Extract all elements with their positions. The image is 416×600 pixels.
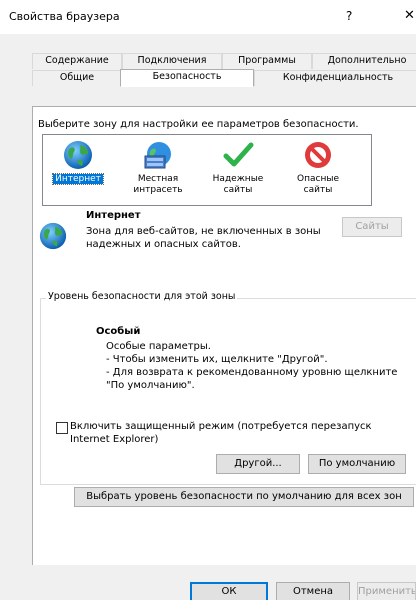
zone-trusted[interactable]: Надежные сайты <box>205 135 271 207</box>
tab-general[interactable]: Общие <box>32 70 122 86</box>
zone-intranet[interactable]: Местная интрасеть <box>125 135 191 207</box>
zone-description-line1: Зона для веб-сайтов, не включенных в зон… <box>86 226 321 237</box>
zones-list[interactable]: Интернет Местная интрасеть Надежные сайт… <box>42 134 372 206</box>
help-button[interactable]: ? <box>346 9 352 23</box>
zone-prompt: Выберите зону для настройки ее параметро… <box>38 119 359 130</box>
globe-icon <box>39 222 67 250</box>
protected-mode-checkbox[interactable] <box>56 422 68 434</box>
zone-intranet-label: Местная интрасеть <box>133 174 183 195</box>
close-button[interactable]: ✕ <box>404 8 415 23</box>
custom-level-line2: - Чтобы изменить их, щелкните "Другой". <box>106 354 328 365</box>
intranet-icon <box>144 142 171 169</box>
prohibited-icon <box>305 142 331 168</box>
zone-internet-label: Интернет <box>52 173 104 185</box>
custom-level-line4: "По умолчанию". <box>106 380 195 391</box>
window-title: Свойства браузера <box>9 10 120 23</box>
custom-level-line1: Особые параметры. <box>106 341 211 352</box>
zone-internet[interactable]: Интернет <box>45 135 111 207</box>
apply-button[interactable]: Применить <box>357 582 416 600</box>
checkmark-icon <box>223 142 254 167</box>
ok-button[interactable]: ОК <box>190 582 268 600</box>
tab-advanced[interactable]: Дополнительно <box>312 53 416 69</box>
zone-trusted-label: Надежные сайты <box>212 174 264 195</box>
zone-restricted[interactable]: Опасные сайты <box>285 135 351 207</box>
zone-description-line2: надежных и опасных сайтов. <box>86 239 241 250</box>
sites-button[interactable]: Сайты <box>342 217 402 237</box>
tab-connections[interactable]: Подключения <box>122 53 222 69</box>
tab-content[interactable]: Содержание <box>32 53 122 69</box>
cancel-button[interactable]: Отмена <box>276 582 350 600</box>
zone-restricted-label: Опасные сайты <box>297 174 339 195</box>
tab-privacy[interactable]: Конфиденциальность <box>254 70 416 86</box>
tab-security[interactable]: Безопасность <box>120 69 254 87</box>
security-level-title: Уровень безопасности для этой зоны <box>46 291 238 302</box>
title-bar: Свойства браузера ? ✕ <box>0 0 416 34</box>
globe-icon <box>64 141 92 169</box>
protected-mode-label-line1[interactable]: Включить защищенный режим (потребуется п… <box>70 421 372 432</box>
custom-level-title: Особый <box>96 326 141 337</box>
selected-zone-name: Интернет <box>86 210 141 221</box>
custom-level-button[interactable]: Другой... <box>216 454 300 474</box>
default-level-button[interactable]: По умолчанию <box>308 454 406 474</box>
tab-programs[interactable]: Программы <box>222 53 312 69</box>
reset-all-zones-button[interactable]: Выбрать уровень безопасности по умолчани… <box>74 487 414 507</box>
custom-level-line3: - Для возврата к рекомендованному уровню… <box>106 367 398 378</box>
protected-mode-label-line2[interactable]: Internet Explorer) <box>70 434 158 445</box>
